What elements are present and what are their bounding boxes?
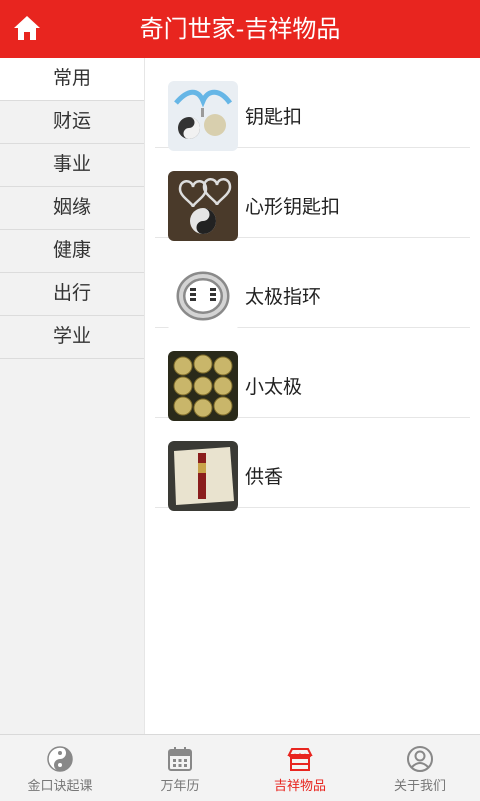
calendar-icon	[168, 747, 192, 771]
tab-calendar[interactable]: 万年历	[120, 735, 240, 801]
tab-label: 万年历	[160, 779, 200, 794]
item-label: 太极指环	[245, 286, 322, 308]
page-title: 奇门世家-吉祥物品	[139, 15, 341, 43]
list-item[interactable]: 心形钥匙扣	[155, 148, 470, 241]
item-label: 钥匙扣	[245, 106, 303, 128]
tab-lucky-items[interactable]: 吉祥物品	[240, 735, 360, 801]
heart-keychain-thumbnail	[168, 171, 238, 241]
bottom-tab-bar: 金口诀起课 万年历 吉祥物品 关于我们	[0, 734, 480, 801]
sidebar-item-common[interactable]: 常用	[0, 58, 144, 101]
sidebar-item-wealth[interactable]: 财运	[0, 101, 144, 144]
keychain-thumbnail	[168, 81, 238, 151]
shop-icon	[287, 748, 313, 771]
tab-label: 金口诀起课	[27, 779, 93, 794]
tab-label: 吉祥物品	[273, 779, 326, 794]
product-list: 钥匙扣 心形钥匙扣 太极指环 小太极 供香	[145, 58, 480, 734]
small-taiji-thumbnail	[168, 351, 238, 421]
tab-label: 关于我们	[393, 779, 446, 794]
item-label: 小太极	[245, 376, 303, 398]
yin-yang-icon	[47, 746, 73, 772]
taiji-ring-thumbnail	[168, 261, 238, 331]
tab-jinkoujue[interactable]: 金口诀起课	[0, 735, 120, 801]
item-label: 供香	[245, 466, 284, 488]
list-item[interactable]: 供香	[155, 418, 470, 511]
list-item[interactable]: 太极指环	[155, 238, 470, 331]
sidebar-item-marriage[interactable]: 姻缘	[0, 187, 144, 230]
incense-thumbnail	[168, 441, 238, 511]
sidebar-item-study[interactable]: 学业	[0, 316, 144, 359]
tab-about-us[interactable]: 关于我们	[360, 735, 480, 801]
user-icon	[407, 746, 433, 772]
sidebar-item-health[interactable]: 健康	[0, 230, 144, 273]
category-sidebar: 常用 财运 事业 姻缘 健康 出行 学业	[0, 58, 145, 734]
sidebar-item-career[interactable]: 事业	[0, 144, 144, 187]
item-label: 心形钥匙扣	[245, 196, 341, 218]
list-item[interactable]: 钥匙扣	[155, 58, 470, 151]
list-item[interactable]: 小太极	[155, 328, 470, 421]
sidebar-item-travel[interactable]: 出行	[0, 273, 144, 316]
top-bar: 奇门世家-吉祥物品	[0, 0, 480, 58]
